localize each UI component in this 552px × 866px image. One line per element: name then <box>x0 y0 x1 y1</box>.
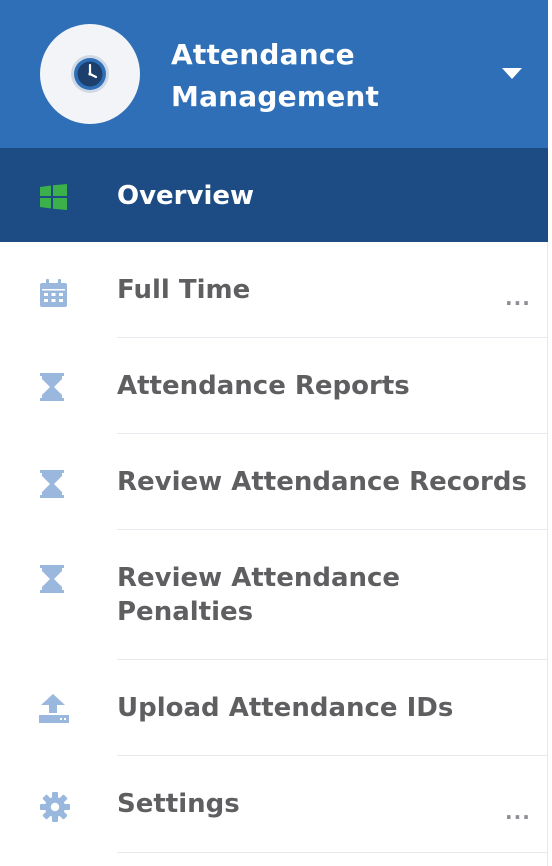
divider <box>117 852 548 853</box>
clock-icon <box>71 55 109 93</box>
nav-item-review-attendance-records-label: Review Attendance Records <box>117 467 527 497</box>
nav-item-review-attendance-penalties-label-line1: Review Attendance <box>117 563 401 593</box>
hourglass-icon <box>40 565 64 593</box>
nav-item-upload-attendance-ids[interactable]: Upload Attendance IDs <box>0 660 547 755</box>
sidebar-panel: Attendance Management Overview Full Time <box>0 0 548 866</box>
sidebar-header: Attendance Management <box>0 0 548 148</box>
nav-item-settings[interactable]: Settings ... <box>0 756 547 852</box>
hourglass-icon <box>40 373 64 401</box>
windows-grid-icon <box>40 184 67 210</box>
nav-item-attendance-reports[interactable]: Attendance Reports <box>0 338 547 433</box>
nav-item-attendance-reports-label: Attendance Reports <box>117 371 410 401</box>
nav-item-review-attendance-records[interactable]: Review Attendance Records <box>0 434 547 529</box>
app-title-line1: Attendance <box>171 38 355 71</box>
hourglass-icon <box>40 470 64 498</box>
app-title: Attendance Management <box>171 34 451 118</box>
nav-item-upload-attendance-ids-label: Upload Attendance IDs <box>117 693 454 723</box>
upload-icon <box>39 694 69 723</box>
more-options-icon[interactable]: ... <box>505 288 531 308</box>
nav-item-overview-label: Overview <box>117 181 255 211</box>
app-logo[interactable] <box>40 24 140 124</box>
nav-item-full-time[interactable]: Full Time ... <box>0 242 547 338</box>
nav-item-review-attendance-penalties[interactable]: Review Attendance Penalties <box>0 530 547 659</box>
caret-down-icon[interactable] <box>502 68 522 80</box>
calendar-icon <box>40 279 67 307</box>
gear-icon <box>40 792 70 822</box>
nav-item-full-time-label: Full Time <box>117 275 251 305</box>
nav-item-review-attendance-penalties-label-line2: Penalties <box>117 597 254 627</box>
app-title-line2: Management <box>171 80 380 113</box>
nav-item-overview[interactable] <box>0 148 548 242</box>
more-options-icon[interactable]: ... <box>505 802 531 822</box>
nav-item-settings-label: Settings <box>117 789 240 819</box>
